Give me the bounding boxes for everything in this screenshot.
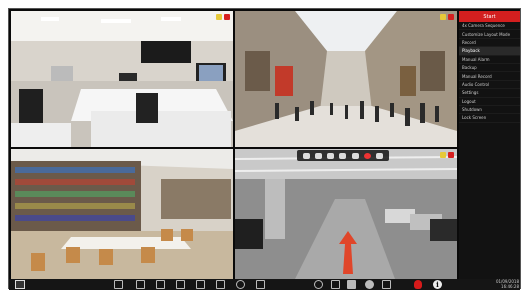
zoom-icon[interactable] [302,152,310,159]
camera-view-office[interactable] [11,11,233,147]
audio-icon[interactable] [339,152,347,159]
mall-scene [235,11,457,147]
record-clip-icon[interactable] [327,152,335,159]
system-clock: 01/09/2018 16:46:28 [489,279,519,289]
menu-item-lock-screen[interactable]: Lock Screen [459,114,520,123]
menu-item-settings[interactable]: Settings [459,89,520,98]
camera-toolbar [297,150,389,161]
user-icon[interactable] [365,280,374,289]
bottom-toolbar: i 01/09/2018 16:46:28 [9,279,520,290]
chat-icon[interactable] [376,152,384,159]
menu-item-manual-record[interactable]: Manual Record [459,72,520,81]
record-indicator-icon [448,14,454,20]
office-scene [11,11,233,147]
menu-item-backup[interactable]: Backup [459,64,520,73]
camera-status-indicators [440,152,454,158]
quad-view-icon[interactable] [136,280,145,289]
alert-icon[interactable] [364,152,372,159]
camera-view-mall[interactable] [235,11,457,147]
camera-view-library[interactable] [11,149,233,279]
single-view-icon[interactable] [114,280,123,289]
screenshot-icon[interactable] [256,280,265,289]
network-icon[interactable] [382,280,391,289]
menu-item-record[interactable]: Record [459,39,520,48]
camera-status-indicators [216,14,230,20]
menu-item-shutdown[interactable]: Shutdown [459,106,520,115]
camera-view-parking[interactable] [235,149,457,279]
menu-item-manual-alarm[interactable]: Manual Alarm [459,56,520,64]
clock-time: 16:46:28 [501,283,519,289]
volume-icon[interactable] [331,280,340,289]
record-indicator-icon [224,14,230,20]
sixteen-view-icon[interactable] [176,280,185,289]
menu-item-logout[interactable]: Logout [459,98,520,106]
nine-view-icon[interactable] [156,280,165,289]
menu-item-playback[interactable]: Playback [459,47,520,56]
start-icon[interactable] [15,280,25,289]
alarm-indicator-icon [440,14,446,20]
sequence-icon[interactable] [216,280,225,289]
parking-scene [235,149,457,279]
menu-item-customize-layout[interactable]: Customize Layout Mode [459,30,520,39]
ptz-icon[interactable] [347,280,356,289]
grid-view-icon[interactable] [196,280,205,289]
refresh-icon[interactable] [236,280,245,289]
alarm-indicator-icon [440,152,446,158]
playback-icon[interactable] [314,280,323,289]
camera-status-indicators [440,14,454,20]
record-icon[interactable] [414,280,422,289]
snapshot-icon[interactable] [314,152,322,159]
menu-item-camera-sequence[interactable]: 4x Camera Sequence [459,22,520,31]
nvr-live-view: Start 4x Camera Sequence Customize Layou… [8,8,521,290]
menu-header[interactable]: Start [459,11,520,22]
alarm-indicator-icon [216,14,222,20]
record-indicator-icon [448,152,454,158]
ptz-control-icon[interactable] [351,152,359,159]
library-scene [11,149,233,279]
menu-item-audio-control[interactable]: Audio Control [459,81,520,90]
context-menu: Start 4x Camera Sequence Customize Layou… [459,11,520,279]
info-icon[interactable]: i [433,280,442,289]
